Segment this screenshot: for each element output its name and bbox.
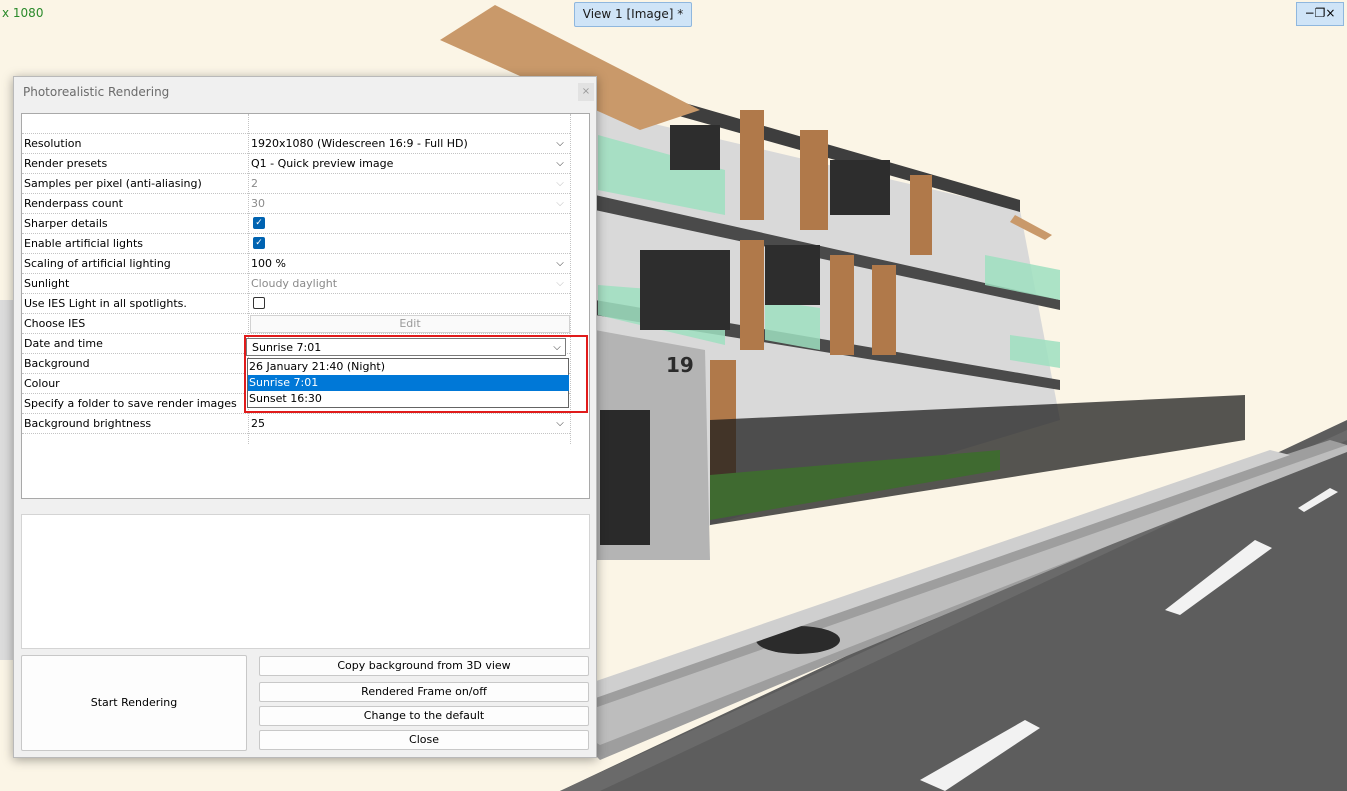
property-label: Background: [24, 357, 90, 370]
property-value: Cloudy daylight: [251, 277, 338, 290]
chevron-down-icon[interactable]: ⌵: [552, 156, 568, 171]
window-controls[interactable]: −❐×: [1296, 2, 1344, 26]
edit-ies-button[interactable]: Edit: [250, 315, 570, 333]
property-row-render-presets[interactable]: Render presets Q1 - Quick preview image …: [22, 154, 570, 174]
property-row-ies-light[interactable]: Use IES Light in all spotlights.: [22, 294, 570, 314]
photorealistic-rendering-dialog: Photorealistic Rendering × Resolution 19…: [13, 76, 597, 758]
dialog-title: Photorealistic Rendering: [23, 85, 170, 99]
copy-background-button[interactable]: Copy background from 3D view: [259, 656, 589, 676]
property-label: Renderpass count: [24, 197, 123, 210]
property-label: Enable artificial lights: [24, 237, 144, 250]
annotation-highlight-box: [244, 335, 588, 413]
chevron-down-icon: ⌵: [556, 278, 564, 289]
property-label: Render presets: [24, 157, 108, 170]
property-row-artificial-lights[interactable]: Enable artificial lights ✓: [22, 234, 570, 254]
chevron-down-icon: ⌵: [556, 178, 564, 189]
property-row-sunlight: Sunlight Cloudy daylight ⌵: [22, 274, 570, 294]
property-label: Sunlight: [24, 277, 70, 290]
property-value[interactable]: 25: [251, 417, 265, 430]
property-label: Resolution: [24, 137, 82, 150]
property-label: Sharper details: [24, 217, 108, 230]
left-panel-edge: [0, 300, 13, 660]
property-row-background-brightness[interactable]: Background brightness 25 ⌵: [22, 414, 570, 434]
house-number: 19: [666, 353, 694, 377]
artificial-lights-checkbox[interactable]: ✓: [253, 237, 265, 249]
ies-light-checkbox[interactable]: [253, 297, 265, 309]
property-row-scaling[interactable]: Scaling of artificial lighting 100 % ⌵: [22, 254, 570, 274]
property-label: Specify a folder to save render images: [24, 397, 237, 410]
preview-area: [21, 514, 590, 649]
close-icon[interactable]: ×: [578, 83, 594, 101]
property-value[interactable]: Q1 - Quick preview image: [251, 157, 393, 170]
property-label: Scaling of artificial lighting: [24, 257, 171, 270]
property-row-resolution[interactable]: Resolution 1920x1080 (Widescreen 16:9 - …: [22, 134, 570, 154]
tab-view-1-image[interactable]: View 1 [Image] *: [574, 2, 692, 27]
start-rendering-button[interactable]: Start Rendering: [21, 655, 247, 751]
property-label: Background brightness: [24, 417, 152, 430]
close-button[interactable]: Close: [259, 730, 589, 750]
property-row-renderpass-count: Renderpass count 30 ⌵: [22, 194, 570, 214]
property-row-sharper-details[interactable]: Sharper details ✓: [22, 214, 570, 234]
property-label: Samples per pixel (anti-aliasing): [24, 177, 202, 190]
rendered-frame-toggle-button[interactable]: Rendered Frame on/off: [259, 682, 589, 702]
chevron-down-icon[interactable]: ⌵: [552, 136, 568, 151]
property-label: Colour: [24, 377, 60, 390]
property-header-row: [22, 114, 570, 134]
property-value[interactable]: 100 %: [251, 257, 286, 270]
property-label: Use IES Light in all spotlights.: [24, 297, 187, 310]
property-grid: Resolution 1920x1080 (Widescreen 16:9 - …: [21, 113, 590, 499]
property-value[interactable]: 1920x1080 (Widescreen 16:9 - Full HD): [251, 137, 468, 150]
sharper-details-checkbox[interactable]: ✓: [253, 217, 265, 229]
property-row-samples: Samples per pixel (anti-aliasing) 2 ⌵: [22, 174, 570, 194]
chevron-down-icon[interactable]: ⌵: [552, 256, 568, 271]
property-value: 30: [251, 197, 265, 210]
change-to-default-button[interactable]: Change to the default: [259, 706, 589, 726]
property-label: Choose IES: [24, 317, 86, 330]
chevron-down-icon[interactable]: ⌵: [552, 416, 568, 431]
resolution-readout: x 1080: [2, 6, 44, 20]
chevron-down-icon: ⌵: [556, 198, 564, 209]
property-row-choose-ies: Choose IES Edit: [22, 314, 570, 334]
property-value: 2: [251, 177, 258, 190]
property-label: Date and time: [24, 337, 103, 350]
